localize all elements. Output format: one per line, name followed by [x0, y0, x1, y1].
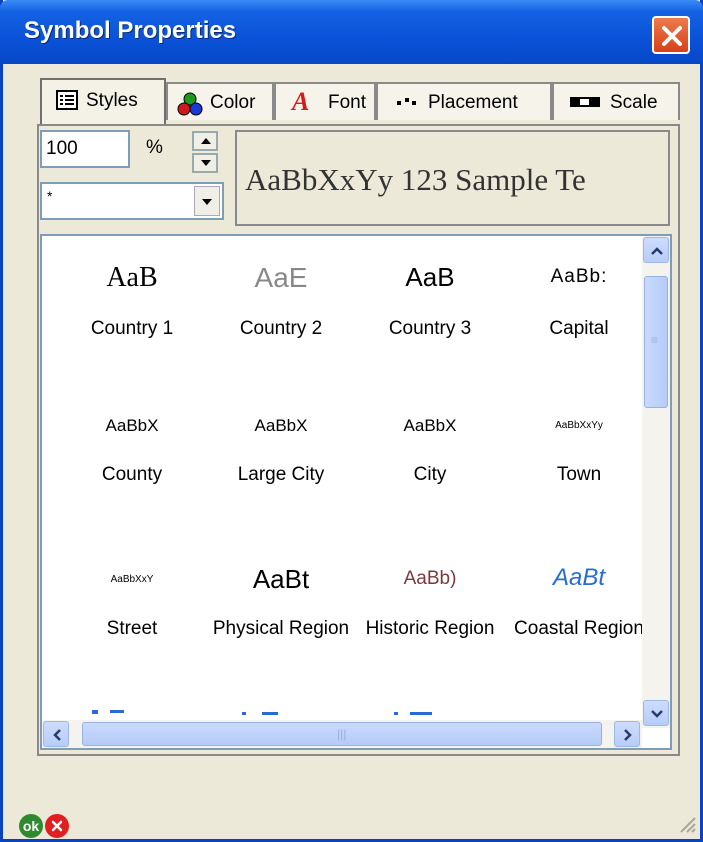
style-name: Physical Region	[212, 618, 350, 639]
style-sample: AaBbX	[403, 416, 457, 435]
style-sample: AaBb:	[550, 266, 608, 287]
color-circles-icon	[177, 92, 203, 116]
scroll-left-button[interactable]	[43, 721, 69, 747]
style-sample: AaBbX	[254, 416, 308, 435]
partial-row-sample	[394, 712, 454, 715]
sample-preview: AaBbXxYy 123 Sample Te	[235, 130, 670, 226]
title-bar[interactable]: Symbol Properties	[0, 0, 703, 64]
style-name: County	[101, 464, 163, 485]
cancel-button[interactable]	[45, 814, 69, 838]
size-input[interactable]: 100	[40, 130, 130, 168]
close-icon	[662, 26, 682, 46]
style-sample: AaB	[106, 262, 158, 293]
scale-bar-icon	[570, 97, 600, 107]
chevron-right-icon	[624, 729, 632, 741]
tab-color[interactable]: Color	[166, 82, 274, 120]
scroll-up-button[interactable]	[643, 237, 669, 263]
percent-label: %	[146, 137, 163, 158]
chevron-down-icon	[651, 710, 663, 718]
chevron-down-icon	[202, 199, 212, 205]
tab-styles-label: Styles	[86, 90, 138, 111]
tab-placement[interactable]: Placement	[376, 82, 552, 120]
scroll-down-button[interactable]	[643, 700, 669, 726]
style-select[interactable]: *	[40, 182, 224, 220]
style-select-value: *	[47, 188, 53, 204]
tab-scale-label: Scale	[610, 92, 658, 113]
spin-up-button[interactable]	[192, 131, 218, 151]
symbol-properties-dialog: Symbol Properties Styles Color A Font Pl…	[0, 0, 703, 842]
tab-font-label: Font	[328, 92, 367, 113]
vertical-scroll-thumb[interactable]: ≡	[644, 276, 668, 408]
style-sample: AaBb)	[403, 568, 457, 589]
grip-icon: |||	[337, 727, 347, 741]
horizontal-scrollbar[interactable]: |||	[42, 720, 642, 748]
partial-row-sample	[92, 710, 128, 714]
style-sample: AaBbXxY	[110, 574, 154, 585]
style-name: Large City	[237, 464, 325, 485]
arrow-down-icon	[201, 160, 211, 166]
chevron-left-icon	[53, 729, 61, 741]
tab-placement-label: Placement	[428, 92, 518, 113]
placement-dots-icon	[397, 98, 416, 105]
style-sample: AaBt	[552, 564, 606, 591]
style-name: City	[413, 464, 447, 485]
chevron-up-icon	[651, 247, 663, 255]
style-sample: AaBt	[252, 564, 310, 594]
preview-text: AaBbXxYy 123 Sample Te	[245, 162, 586, 197]
tab-styles[interactable]: Styles	[40, 78, 166, 124]
style-select-dropdown-button[interactable]	[194, 186, 220, 216]
style-name: Capital	[549, 318, 609, 339]
arrow-up-icon	[201, 138, 211, 144]
style-sample: AaE	[254, 262, 308, 293]
style-sample: AaB	[405, 262, 455, 292]
partial-row-sample	[242, 712, 302, 715]
tab-color-label: Color	[210, 92, 256, 113]
style-sample: AaBbXxYy	[555, 420, 603, 431]
style-name: Country 2	[239, 318, 323, 339]
tab-font[interactable]: A Font	[274, 82, 376, 120]
style-name: Country 1	[90, 318, 174, 339]
tab-scale[interactable]: Scale	[552, 82, 680, 120]
spin-down-button[interactable]	[192, 153, 218, 173]
style-name: Coastal Region	[514, 618, 644, 639]
vertical-scrollbar[interactable]: ≡	[642, 236, 670, 728]
style-sample: AaBbX	[105, 416, 159, 435]
window-title: Symbol Properties	[24, 17, 237, 44]
close-icon	[51, 820, 63, 832]
style-name: Country 3	[388, 318, 472, 339]
style-name: Historic Region	[365, 618, 495, 639]
resize-grip-icon[interactable]	[675, 812, 697, 834]
list-icon	[56, 90, 78, 110]
style-name: Town	[556, 464, 602, 485]
style-list[interactable]: AaB Country 1 AaE Country 2 AaB Country …	[40, 234, 672, 750]
grip-icon: ≡	[651, 333, 659, 347]
font-a-icon: A	[292, 87, 310, 116]
horizontal-scroll-thumb[interactable]: |||	[82, 722, 602, 746]
ok-button[interactable]: ok	[19, 814, 43, 838]
style-name: Street	[106, 618, 158, 639]
scroll-right-button[interactable]	[614, 721, 640, 747]
close-button[interactable]	[652, 16, 690, 54]
